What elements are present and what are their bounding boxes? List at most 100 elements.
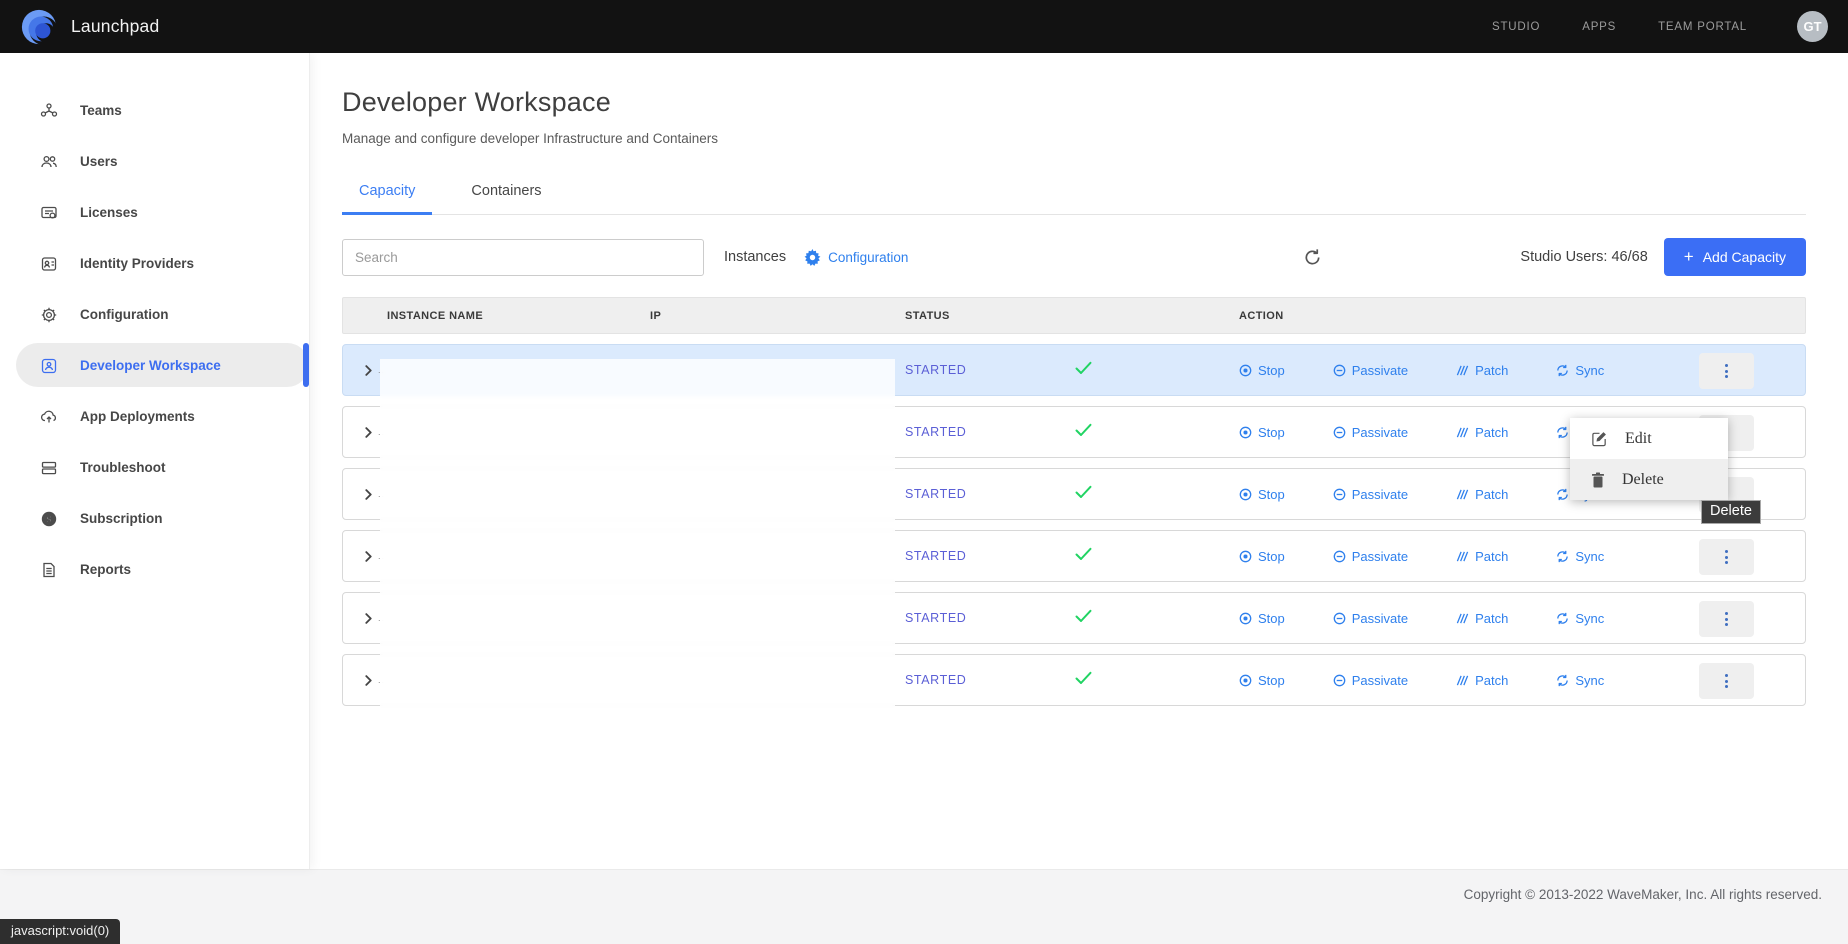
menu-item-edit[interactable]: Edit [1570,418,1728,459]
table-row: .. STARTED Stop Passivate Patch Sync [342,530,1806,582]
expand-chevron-icon[interactable] [363,551,374,562]
sidebar-item-teams[interactable]: Teams [0,85,309,136]
sync-action[interactable]: Sync [1556,549,1604,564]
passivate-icon [1333,674,1346,687]
teams-icon [40,102,58,120]
patch-action[interactable]: Patch [1456,425,1508,440]
sidebar-item-troubleshoot[interactable]: Troubleshoot [0,442,309,493]
refresh-button[interactable] [1303,248,1322,267]
sidebar-item-label: Teams [80,103,122,118]
expand-chevron-icon[interactable] [363,489,374,500]
row-menu-button[interactable] [1699,601,1754,637]
expand-chevron-icon[interactable] [363,613,374,624]
sidebar-item-configuration[interactable]: Configuration [0,289,309,340]
redacted-text-fragment: .. [378,489,385,499]
passivate-action[interactable]: Passivate [1333,549,1408,564]
sync-action[interactable]: Sync [1556,611,1604,626]
nav-apps[interactable]: APPS [1582,21,1616,33]
redacted-text-fragment: .. [378,613,385,623]
success-check-icon [1051,361,1239,380]
menu-item-delete[interactable]: Delete [1570,459,1728,500]
tab-capacity[interactable]: Capacity [342,173,432,215]
expand-chevron-icon[interactable] [363,365,374,376]
expand-chevron-icon[interactable] [363,427,374,438]
search-input[interactable] [342,239,704,276]
sidebar-item-users[interactable]: Users [0,136,309,187]
sync-action[interactable]: Sync [1556,673,1604,688]
refresh-icon [1303,248,1322,267]
sidebar-item-label: App Deployments [80,409,195,424]
status-badge: STARTED [905,363,1051,377]
stop-action[interactable]: Stop [1239,549,1285,564]
expand-chevron-icon[interactable] [363,675,374,686]
status-badge: STARTED [905,425,1051,439]
wavemaker-logo-icon [20,8,58,46]
passivate-icon [1333,426,1346,439]
patch-action[interactable]: Patch [1456,673,1508,688]
sync-icon [1556,612,1569,625]
avatar[interactable]: GT [1797,11,1828,42]
table-row: .. STARTED Stop Passivate Patch Sync [342,344,1806,396]
passivate-action[interactable]: Passivate [1333,363,1408,378]
row-menu-button[interactable] [1699,663,1754,699]
toolbar: Instances Configuration Studio Users: 46… [342,238,1806,276]
success-check-icon [1051,485,1239,504]
browser-status-bar: javascript:void(0) [0,919,120,944]
patch-action[interactable]: Patch [1456,487,1508,502]
sidebar-item-licenses[interactable]: Licenses [0,187,309,238]
identity-providers-icon [40,255,58,273]
sync-icon [1556,488,1569,501]
gear-icon [804,249,821,266]
nav-team-portal[interactable]: TEAM PORTAL [1658,21,1747,33]
stop-action[interactable]: Stop [1239,487,1285,502]
stop-action[interactable]: Stop [1239,673,1285,688]
sync-action[interactable]: Sync [1556,363,1604,378]
menu-item-label: Delete [1622,471,1664,489]
edit-pencil-icon [1591,430,1608,447]
passivate-action[interactable]: Passivate [1333,425,1408,440]
success-check-icon [1051,547,1239,566]
sidebar-item-reports[interactable]: Reports [0,544,309,595]
troubleshoot-icon [40,459,58,477]
tab-containers[interactable]: Containers [454,173,558,214]
redacted-text-fragment: .. [378,365,385,375]
sidebar-item-subscription[interactable]: $ Subscription [0,493,309,544]
stop-action[interactable]: Stop [1239,363,1285,378]
patch-icon [1456,426,1469,439]
sync-icon [1556,674,1569,687]
success-check-icon [1051,609,1239,628]
patch-icon [1456,488,1469,501]
sidebar-item-app-deployments[interactable]: App Deployments [0,391,309,442]
sidebar-item-label: Configuration [80,307,168,322]
passivate-action[interactable]: Passivate [1333,487,1408,502]
stop-action[interactable]: Stop [1239,425,1285,440]
column-status: STATUS [905,310,1051,322]
menu-item-label: Edit [1625,430,1652,448]
redacted-text-fragment: .. [378,427,385,437]
sync-icon [1556,426,1569,439]
page-subtitle: Manage and configure developer Infrastru… [342,131,1806,146]
add-capacity-button[interactable]: + Add Capacity [1664,238,1806,276]
success-check-icon [1051,423,1239,442]
sidebar-item-identity-providers[interactable]: Identity Providers [0,238,309,289]
sidebar-item-developer-workspace[interactable]: Developer Workspace [0,340,309,391]
patch-action[interactable]: Patch [1456,549,1508,564]
stop-icon [1239,426,1252,439]
top-header: Launchpad STUDIO APPS TEAM PORTAL GT [0,0,1848,53]
patch-icon [1456,674,1469,687]
row-menu-button[interactable] [1699,353,1754,389]
passivate-action[interactable]: Passivate [1333,673,1408,688]
passivate-action[interactable]: Passivate [1333,611,1408,626]
passivate-icon [1333,488,1346,501]
nav-studio[interactable]: STUDIO [1492,21,1540,33]
status-badge: STARTED [905,549,1051,563]
status-badge: STARTED [905,487,1051,501]
patch-action[interactable]: Patch [1456,363,1508,378]
patch-action[interactable]: Patch [1456,611,1508,626]
stop-action[interactable]: Stop [1239,611,1285,626]
sidebar-item-label: Licenses [80,205,138,220]
sidebar-item-label: Identity Providers [80,256,194,271]
row-menu-button[interactable] [1699,539,1754,575]
configuration-link[interactable]: Configuration [804,249,908,266]
stop-icon [1239,674,1252,687]
